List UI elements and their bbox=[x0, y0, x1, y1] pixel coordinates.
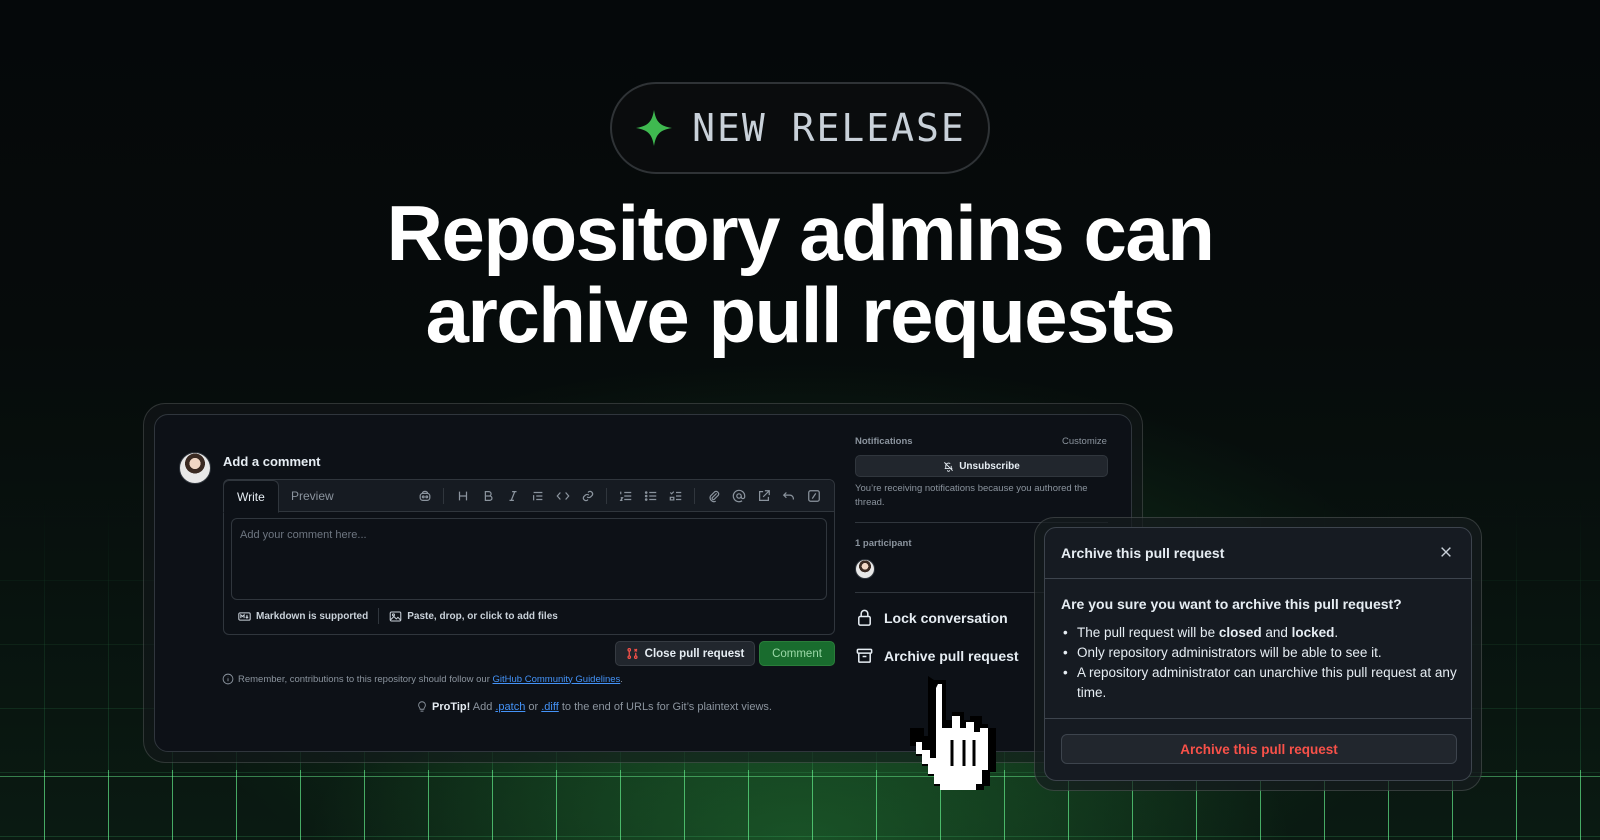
comment-editor: Write Preview Add your comment here... M… bbox=[223, 479, 835, 635]
archive-icon bbox=[856, 648, 873, 663]
dialog-title: Archive this pull request bbox=[1061, 545, 1225, 561]
task-list-icon[interactable] bbox=[663, 487, 688, 505]
participants-title: 1 participant bbox=[855, 538, 912, 549]
confirm-archive-button[interactable]: Archive this pull request bbox=[1061, 734, 1457, 764]
markdown-icon bbox=[238, 611, 251, 621]
protip-add: Add bbox=[470, 701, 496, 713]
editor-footer: Markdown is supported Paste, drop, or cl… bbox=[238, 608, 558, 624]
bold-icon[interactable] bbox=[475, 487, 500, 505]
reference-icon[interactable] bbox=[751, 487, 776, 505]
close-pull-request-button[interactable]: Close pull request bbox=[615, 641, 755, 666]
bullet-text: . bbox=[1334, 625, 1339, 640]
close-dialog-button[interactable] bbox=[1439, 545, 1455, 561]
image-icon bbox=[389, 611, 402, 621]
heading-icon[interactable] bbox=[450, 487, 475, 505]
dialog-header: Archive this pull request bbox=[1045, 528, 1471, 579]
bullet-text: and bbox=[1261, 625, 1292, 640]
quote-icon[interactable] bbox=[525, 487, 550, 505]
toolbar-divider bbox=[694, 488, 695, 504]
new-release-badge: NEW RELEASE bbox=[610, 82, 990, 174]
info-icon bbox=[222, 673, 234, 685]
headline: Repository admins can archive pull reque… bbox=[0, 192, 1600, 356]
editor-tabs-bar: Write Preview bbox=[223, 480, 834, 513]
unsubscribe-button[interactable]: Unsubscribe bbox=[855, 455, 1108, 477]
bullet-text: The pull request will be bbox=[1077, 625, 1219, 640]
close-icon bbox=[1441, 547, 1451, 557]
markdown-supported-link[interactable]: Markdown is supported bbox=[256, 611, 368, 622]
guidelines-period: . bbox=[620, 673, 623, 685]
avatar[interactable] bbox=[179, 452, 211, 484]
bulleted-list-icon[interactable] bbox=[638, 487, 663, 505]
close-pull-request-label: Close pull request bbox=[644, 647, 745, 660]
mention-icon[interactable] bbox=[726, 487, 751, 505]
add-comment-title: Add a comment bbox=[223, 454, 321, 469]
patch-link[interactable]: .patch bbox=[495, 701, 525, 713]
tab-preview[interactable]: Preview bbox=[278, 480, 347, 513]
hand-pointer-cursor-icon bbox=[910, 676, 996, 790]
code-icon[interactable] bbox=[550, 487, 575, 505]
list-item: The pull request will be closed and lock… bbox=[1061, 623, 1461, 643]
guidelines-text: Remember, contributions to this reposito… bbox=[238, 673, 493, 685]
headline-line-2: archive pull requests bbox=[425, 271, 1176, 359]
archive-pull-request-label: Archive pull request bbox=[884, 647, 1019, 664]
archive-dialog: Archive this pull request Are you sure y… bbox=[1044, 527, 1472, 781]
toolbar-divider bbox=[443, 488, 444, 504]
link-icon[interactable] bbox=[575, 487, 600, 505]
participant-avatar[interactable] bbox=[855, 559, 875, 579]
slash-commands-icon[interactable] bbox=[801, 487, 826, 505]
dialog-consequences-list: The pull request will be closed and lock… bbox=[1061, 623, 1461, 703]
diff-link[interactable]: .diff bbox=[541, 701, 559, 713]
numbered-list-icon[interactable] bbox=[613, 487, 638, 505]
badge-label: NEW RELEASE bbox=[692, 106, 966, 150]
lightbulb-icon bbox=[418, 701, 426, 712]
protip: ProTip! Add .patch or .diff to the end o… bbox=[416, 701, 772, 713]
sparkle-icon bbox=[636, 110, 673, 146]
archive-pull-request-button[interactable]: Archive pull request bbox=[855, 646, 1019, 665]
dialog-divider bbox=[1045, 718, 1471, 719]
lock-conversation-label: Lock conversation bbox=[884, 609, 1008, 626]
protip-label: ProTip! bbox=[432, 701, 471, 713]
lock-icon bbox=[858, 609, 871, 626]
notifications-title: Notifications bbox=[855, 436, 913, 447]
tab-write[interactable]: Write bbox=[223, 480, 279, 513]
unsubscribe-label: Unsubscribe bbox=[959, 460, 1020, 472]
attach-files-button[interactable]: Paste, drop, or click to add files bbox=[407, 611, 558, 622]
community-guidelines-link[interactable]: GitHub Community Guidelines bbox=[493, 674, 621, 685]
notification-reason: You’re receiving notifications because y… bbox=[855, 483, 1088, 508]
list-item: Only repository administrators will be a… bbox=[1061, 643, 1461, 663]
headline-line-1: Repository admins can bbox=[386, 189, 1215, 277]
attach-icon[interactable] bbox=[701, 487, 726, 505]
pull-request-closed-icon bbox=[627, 648, 638, 659]
customize-link[interactable]: Customize bbox=[1062, 436, 1107, 447]
protip-rest: to the end of URLs for Git’s plaintext v… bbox=[558, 701, 772, 713]
copilot-icon[interactable] bbox=[412, 487, 437, 505]
bullet-bold-closed: closed bbox=[1218, 625, 1262, 640]
undo-icon[interactable] bbox=[776, 487, 801, 505]
protip-or: or bbox=[525, 701, 542, 713]
italic-icon[interactable] bbox=[500, 487, 525, 505]
lock-conversation-button[interactable]: Lock conversation bbox=[855, 608, 1008, 627]
formatting-toolbar bbox=[412, 487, 826, 505]
comment-button[interactable]: Comment bbox=[759, 641, 835, 666]
guidelines-note: Remember, contributions to this reposito… bbox=[222, 673, 623, 685]
footer-divider bbox=[378, 608, 380, 624]
bell-slash-icon bbox=[944, 461, 954, 472]
list-item: A repository administrator can unarchive… bbox=[1061, 663, 1461, 703]
bullet-bold-locked: locked bbox=[1291, 625, 1335, 640]
toolbar-divider bbox=[606, 488, 607, 504]
comment-textarea[interactable]: Add your comment here... bbox=[231, 518, 827, 600]
dialog-question: Are you sure you want to archive this pu… bbox=[1061, 596, 1402, 612]
